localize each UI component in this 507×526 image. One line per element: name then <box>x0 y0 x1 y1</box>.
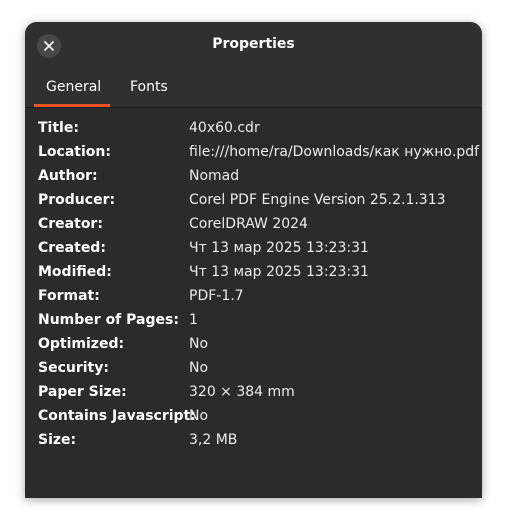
property-row-creator: Creator: CorelDRAW 2024 <box>38 212 478 236</box>
property-row-size: Size: 3,2 MB <box>38 428 478 452</box>
property-row-optimized: Optimized: No <box>38 332 478 356</box>
property-value[interactable]: No <box>189 404 208 428</box>
tab-general[interactable]: General <box>46 79 101 95</box>
property-row-created: Created: Чт 13 мар 2025 13:23:31 <box>38 236 478 260</box>
property-row-number-of-pages: Number of Pages: 1 <box>38 308 478 332</box>
property-row-paper-size: Paper Size: 320 × 384 mm <box>38 380 478 404</box>
tab-bar: General Fonts <box>25 69 482 108</box>
titlebar: Properties <box>25 22 482 69</box>
property-label: Security: <box>38 360 109 376</box>
property-label: Modified: <box>38 264 112 280</box>
property-label: Number of Pages: <box>38 312 179 328</box>
property-value[interactable]: CorelDRAW 2024 <box>189 212 308 236</box>
property-label: Author: <box>38 168 98 184</box>
property-label: Format: <box>38 288 100 304</box>
property-row-contains-javascript: Contains Javascript: No <box>38 404 478 428</box>
property-value[interactable]: PDF-1.7 <box>189 284 244 308</box>
property-label: Title: <box>38 120 79 136</box>
property-row-modified: Modified: Чт 13 мар 2025 13:23:31 <box>38 260 478 284</box>
property-value[interactable]: No <box>189 332 208 356</box>
property-label: Location: <box>38 144 111 160</box>
property-row-producer: Producer: Corel PDF Engine Version 25.2.… <box>38 188 478 212</box>
dialog-title: Properties <box>212 36 295 52</box>
property-label: Creator: <box>38 216 103 232</box>
property-value[interactable]: No <box>189 356 208 380</box>
property-value[interactable]: Nomad <box>189 164 239 188</box>
property-label: Producer: <box>38 192 116 208</box>
property-value[interactable]: Чт 13 мар 2025 13:23:31 <box>189 260 369 284</box>
property-value[interactable]: 320 × 384 mm <box>189 380 295 404</box>
property-label: Paper Size: <box>38 384 127 400</box>
property-value[interactable]: 1 <box>189 308 198 332</box>
properties-dialog: Properties General Fonts Title: 40x60.cd… <box>25 22 482 498</box>
property-label: Size: <box>38 432 77 448</box>
property-value[interactable]: 3,2 MB <box>189 428 237 452</box>
active-tab-indicator <box>34 104 110 107</box>
property-label: Contains Javascript: <box>38 408 196 424</box>
tab-fonts[interactable]: Fonts <box>130 79 168 95</box>
property-value[interactable]: file:///home/ra/Downloads/как нужно.pdf <box>189 140 479 164</box>
property-row-security: Security: No <box>38 356 478 380</box>
property-row-location: Location: file:///home/ra/Downloads/как … <box>38 140 479 164</box>
properties-list: Title: 40x60.cdr Location: file:///home/… <box>38 116 479 452</box>
property-row-format: Format: PDF-1.7 <box>38 284 478 308</box>
property-row-author: Author: Nomad <box>38 164 478 188</box>
property-value[interactable]: 40x60.cdr <box>189 116 260 140</box>
property-value[interactable]: Чт 13 мар 2025 13:23:31 <box>189 236 369 260</box>
property-value[interactable]: Corel PDF Engine Version 25.2.1.313 <box>189 188 446 212</box>
property-row-title: Title: 40x60.cdr <box>38 116 478 140</box>
property-label: Optimized: <box>38 336 125 352</box>
property-label: Created: <box>38 240 106 256</box>
